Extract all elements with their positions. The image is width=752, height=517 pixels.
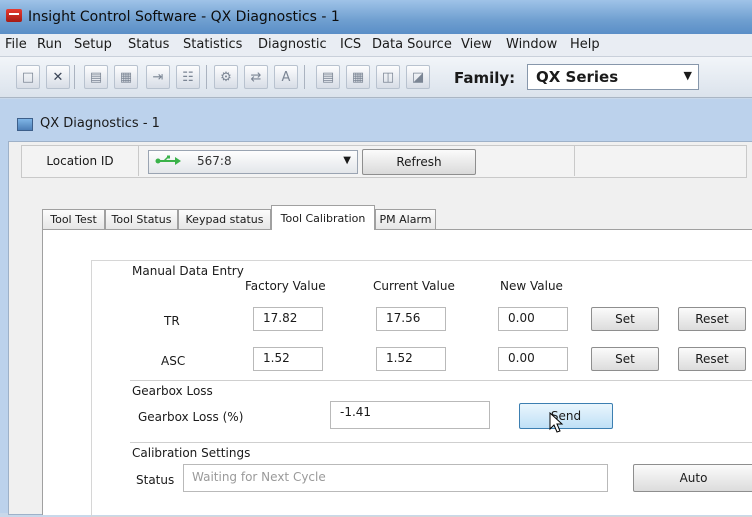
gearbox-divider — [130, 380, 752, 381]
menu-view[interactable]: View — [461, 37, 492, 52]
child-window: QX Diagnostics - 1 Location ID 567:8 ▼ R… — [0, 99, 752, 517]
refresh-button[interactable]: Refresh — [362, 149, 476, 175]
table-icon[interactable]: ▦ — [346, 65, 370, 89]
manual-data-entry-title: Manual Data Entry — [132, 264, 244, 278]
tab-tool-test[interactable]: Tool Test — [42, 209, 105, 229]
window-title: Insight Control Software - QX Diagnostic… — [28, 9, 340, 25]
tr-set-button[interactable]: Set — [591, 307, 659, 331]
current-value-header: Current Value — [373, 279, 455, 293]
new-value-header: New Value — [500, 279, 563, 293]
location-divider — [574, 146, 575, 176]
tab-pm-alarm[interactable]: PM Alarm — [375, 209, 436, 229]
location-bar: Location ID 567:8 ▼ Refresh — [21, 145, 747, 178]
send-button[interactable]: Send — [519, 403, 613, 429]
window-icon — [17, 118, 33, 131]
asc-set-button[interactable]: Set — [591, 347, 659, 371]
tab-keypad-status[interactable]: Keypad status — [178, 209, 271, 229]
app-logo-icon — [6, 9, 22, 22]
gearbox-loss-title: Gearbox Loss — [132, 384, 213, 398]
window-icon[interactable]: ◪ — [406, 65, 430, 89]
new-document-icon[interactable]: □ — [16, 65, 40, 89]
chevron-down-icon[interactable]: ▼ — [343, 155, 351, 166]
family-select[interactable]: QX Series ▼ — [527, 64, 699, 90]
family-label: Family: — [454, 69, 516, 87]
asc-new-value-input[interactable]: 0.00 — [498, 347, 568, 371]
tr-current-value: 17.56 — [376, 307, 446, 331]
tr-reset-button[interactable]: Reset — [678, 307, 746, 331]
report-icon[interactable]: ▤ — [316, 65, 340, 89]
gearbox-loss-label: Gearbox Loss (%) — [138, 410, 244, 424]
grid-icon[interactable]: ▦ — [114, 65, 138, 89]
menu-ics[interactable]: ICS — [340, 37, 361, 52]
gearbox-loss-input[interactable]: -1.41 — [330, 401, 490, 429]
menu-file[interactable]: File — [5, 37, 27, 52]
mouse-cursor-icon — [549, 412, 564, 433]
family-select-value: QX Series — [536, 68, 619, 86]
tab-tool-calibration[interactable]: Tool Calibration — [271, 205, 375, 230]
menu-setup[interactable]: Setup — [74, 37, 112, 52]
calibration-settings-title: Calibration Settings — [132, 446, 251, 460]
asc-label: ASC — [161, 354, 186, 368]
import-icon[interactable]: ⇥ — [146, 65, 170, 89]
usb-icon — [155, 155, 181, 165]
tr-factory-value: 17.82 — [253, 307, 323, 331]
asc-factory-value: 1.52 — [253, 347, 323, 371]
toolbar: □ ✕ ▤ ▦ ⇥ ☷ ⚙ ⇄ A ▤ ▦ ◫ ◪ Family: QX Ser… — [0, 57, 752, 98]
print-icon[interactable]: ▤ — [84, 65, 108, 89]
menu-data-source[interactable]: Data Source — [372, 37, 452, 52]
toolbar-separator — [304, 65, 305, 89]
menu-window[interactable]: Window — [506, 37, 557, 52]
asc-current-value: 1.52 — [376, 347, 446, 371]
status-field: Waiting for Next Cycle — [183, 464, 608, 492]
tool-calibration-panel: Manual Data Entry Factory Value Current … — [42, 229, 752, 517]
menu-help[interactable]: Help — [570, 37, 600, 52]
location-select[interactable]: 567:8 ▼ — [148, 150, 358, 174]
toolbar-separator — [74, 65, 75, 89]
export-icon[interactable]: ☷ — [176, 65, 200, 89]
transfer-icon[interactable]: ⇄ — [244, 65, 268, 89]
close-icon[interactable]: ✕ — [46, 65, 70, 89]
tr-new-value-input[interactable]: 0.00 — [498, 307, 568, 331]
menu-status[interactable]: Status — [128, 37, 169, 52]
toolbar-separator — [206, 65, 207, 89]
location-id-label: Location ID — [22, 146, 139, 176]
factory-value-header: Factory Value — [245, 279, 326, 293]
menu-diagnostic[interactable]: Diagnostic — [258, 37, 327, 52]
tab-tool-status[interactable]: Tool Status — [105, 209, 178, 229]
menu-run[interactable]: Run — [37, 37, 62, 52]
layout-icon[interactable]: ◫ — [376, 65, 400, 89]
asc-reset-button[interactable]: Reset — [678, 347, 746, 371]
tr-label: TR — [164, 314, 180, 328]
menu-bar: File Run Setup Status Statistics Diagnos… — [0, 34, 752, 57]
auto-button[interactable]: Auto — [633, 464, 752, 492]
title-bar: Insight Control Software - QX Diagnostic… — [0, 0, 752, 34]
font-icon[interactable]: A — [274, 65, 298, 89]
location-value: 567:8 — [197, 154, 232, 168]
menu-statistics[interactable]: Statistics — [183, 37, 242, 52]
status-label: Status — [136, 473, 175, 487]
child-window-body: Location ID 567:8 ▼ Refresh Tool Test To… — [8, 141, 752, 517]
chevron-down-icon[interactable]: ▼ — [684, 69, 692, 82]
settings-icon[interactable]: ⚙ — [214, 65, 238, 89]
child-window-title: QX Diagnostics - 1 — [40, 116, 160, 131]
calibration-divider — [130, 442, 752, 443]
